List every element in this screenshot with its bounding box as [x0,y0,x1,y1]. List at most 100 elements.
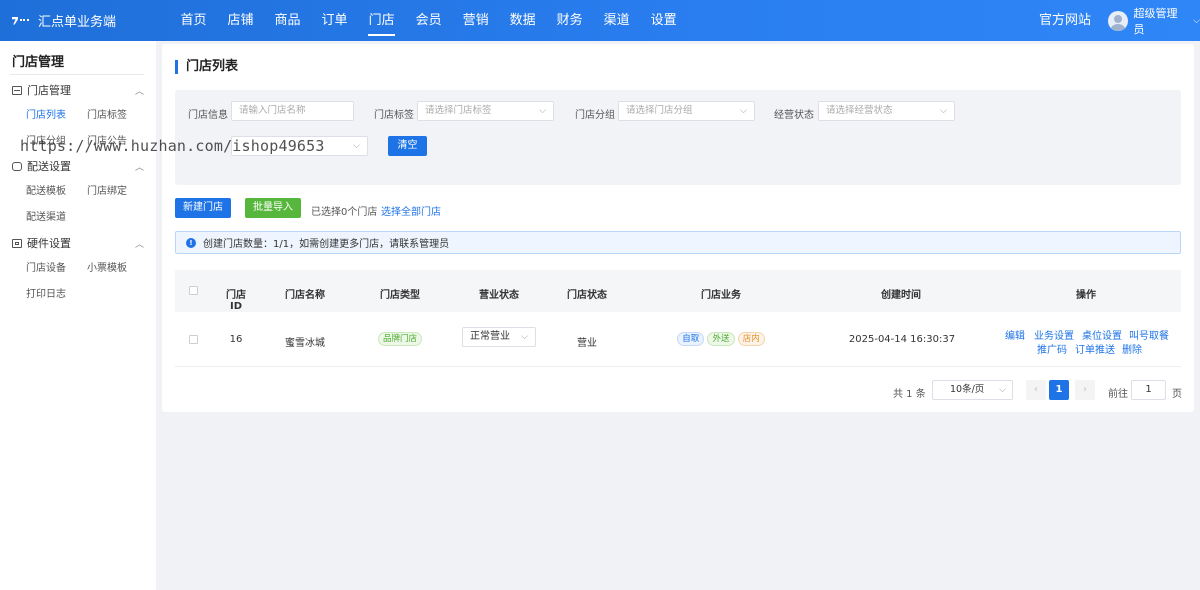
nav-shop[interactable]: 店铺 [217,0,264,41]
store-type-tag: 品牌门店 [377,332,422,346]
new-store-button[interactable]: 新建门店 [175,198,231,218]
main-nav: 首页 店铺 商品 订单 门店 会员 营销 数据 财务 渠道 设置 [170,0,687,41]
store-group-select[interactable]: 请选择门店分组 ⌵ [618,101,755,121]
page-size-select[interactable]: 10条/页 ⌵ [932,380,1013,400]
clear-button[interactable]: 清空 [388,136,427,156]
official-site-link[interactable]: 官方网站 [1039,0,1091,41]
next-page-button[interactable]: › [1075,380,1095,400]
edit-link[interactable]: 编辑 [1005,327,1025,342]
store-status-cell: 营业 [577,338,597,349]
main-content: 门店列表 门店信息 请输入门店名称 门店标签 请选择门店标签 ⌵ 门店分组 请选… [162,44,1194,412]
nav-stores[interactable]: 门店 [358,0,405,41]
user-name: 超级管理员 [1133,6,1178,36]
goto-label: 前往 [1108,389,1128,400]
table-row: 16 蜜雪冰城 品牌门店 正常营业 ⌵ 营业 自取 外送 店内 2025-04-… [175,312,1181,367]
placeholder: 请选择经营状态 [826,105,893,116]
sidebar-item-store-tags[interactable]: 门店标签 [87,106,127,121]
nav-members[interactable]: 会员 [405,0,452,41]
delete-link[interactable]: 删除 [1122,341,1142,356]
chevron-down-icon: ⌵ [740,106,747,116]
biz-status-select[interactable]: 正常营业 ⌵ [462,327,536,347]
sidebar-item-store-binding[interactable]: 门店绑定 [87,182,127,197]
sidebar-item-store-devices[interactable]: 门店设备 [26,259,66,274]
sidebar-item-print-log[interactable]: 打印日志 [26,285,66,300]
created-time-cell: 2025-04-14 16:30:37 [848,334,956,345]
top-bar: 汇点单业务端 首页 店铺 商品 订单 门店 会员 营销 数据 财务 渠道 设置 … [0,0,1200,41]
select-all-link[interactable]: 选择全部门店 [381,203,441,218]
nav-orders[interactable]: 订单 [311,0,358,41]
page-title: 门店列表 [175,60,238,74]
business-settings-link[interactable]: 业务设置 [1034,327,1074,342]
notice-text: 创建门店数量：1/1，如需创建更多门店，请联系管理员 [203,239,450,250]
nav-marketing[interactable]: 营销 [452,0,499,41]
page-size-value: 10条/页 [950,384,985,395]
brand[interactable]: 汇点单业务端 [12,0,116,41]
sidebar-group-label: 配送设置 [27,160,71,173]
bulk-import-button[interactable]: 批量导入 [245,198,301,218]
sidebar-group-label: 门店管理 [27,84,71,97]
row-checkbox[interactable] [189,335,198,344]
sidebar-item-delivery-channel[interactable]: 配送渠道 [26,208,66,223]
page-1-button[interactable]: 1 [1049,380,1069,400]
biz-status-label: 经营状态 [774,110,814,121]
select-all-checkbox[interactable] [189,286,198,295]
col-store-id: 门店ID [226,290,246,312]
sidebar-group-hardware-settings[interactable]: 硬件设置 ︿ [12,235,144,251]
store-info-input[interactable]: 请输入门店名称 [231,101,354,121]
biz-status-select[interactable]: 请选择经营状态 ⌵ [818,101,955,121]
user-menu[interactable]: 超级管理员 ⌵ [1108,0,1200,41]
col-store-status: 门店状态 [567,290,607,301]
biz-status-value: 正常营业 [470,331,510,342]
nav-channels[interactable]: 渠道 [593,0,640,41]
sidebar-group-label: 硬件设置 [27,237,71,250]
chevron-down-icon: ⌵ [999,385,1006,395]
chevron-up-icon: ︿ [134,86,144,97]
col-biz-status: 营业状态 [479,290,519,301]
nav-settings[interactable]: 设置 [640,0,687,41]
sidebar: 门店管理 门店管理 ︿ 门店列表 门店标签 门店分组 门店公告 配送设置 ︿ 配… [0,41,156,590]
sidebar-item-receipt-template[interactable]: 小票模板 [87,259,127,274]
table-settings-link[interactable]: 桌位设置 [1082,327,1122,342]
store-icon [12,85,22,95]
divider [10,74,144,75]
col-store-type: 门店类型 [380,290,420,301]
goto-page-input[interactable]: 1 [1131,380,1166,400]
store-info-label: 门店信息 [188,110,228,121]
chevron-up-icon: ︿ [134,239,144,250]
service-tag-delivery: 外送 [707,332,735,346]
nav-finance[interactable]: 财务 [546,0,593,41]
placeholder: 请选择门店分组 [626,105,693,116]
nav-data[interactable]: 数据 [499,0,546,41]
notice-bar: ! 创建门店数量：1/1，如需创建更多门店，请联系管理员 [175,231,1181,254]
store-type-cell: 品牌门店 [375,332,425,346]
promo-code-link[interactable]: 推广码 [1037,341,1067,356]
sidebar-item-delivery-template[interactable]: 配送模板 [26,182,66,197]
store-tag-label: 门店标签 [374,110,414,121]
sidebar-item-store-list[interactable]: 门店列表 [26,106,66,121]
delivery-icon [12,161,22,171]
chevron-down-icon: ⌵ [353,141,360,151]
store-tag-select[interactable]: 请选择门店标签 ⌵ [417,101,554,121]
store-name-cell: 蜜雪冰城 [285,338,325,349]
nav-home[interactable]: 首页 [170,0,217,41]
call-number-link[interactable]: 叫号取餐 [1129,327,1169,342]
col-actions: 操作 [1076,290,1096,301]
chevron-down-icon: ⌵ [940,106,947,116]
prev-page-button[interactable]: ‹ [1026,380,1046,400]
brand-name: 汇点单业务端 [38,15,117,30]
brand-logo-icon [12,16,30,26]
table-header: 门店ID 门店名称 门店类型 营业状态 门店状态 门店业务 创建时间 操作 [175,270,1181,312]
filter-panel: 门店信息 请输入门店名称 门店标签 请选择门店标签 ⌵ 门店分组 请选择门店分组… [175,90,1181,185]
nav-goods[interactable]: 商品 [264,0,311,41]
chevron-down-icon: ⌵ [521,332,528,342]
placeholder: 请输入门店名称 [239,105,306,116]
sidebar-group-store-management[interactable]: 门店管理 ︿ [12,82,144,98]
sidebar-group-delivery-settings[interactable]: 配送设置 ︿ [12,158,144,174]
col-store-business: 门店业务 [701,290,741,301]
chevron-down-icon: ⌵ [539,106,546,116]
store-business-cell: 自取 外送 店内 [675,332,767,346]
order-push-link[interactable]: 订单推送 [1075,341,1115,356]
col-created-time: 创建时间 [881,290,921,301]
placeholder: 请选择门店标签 [425,105,492,116]
goto-suffix: 页 [1172,389,1182,400]
